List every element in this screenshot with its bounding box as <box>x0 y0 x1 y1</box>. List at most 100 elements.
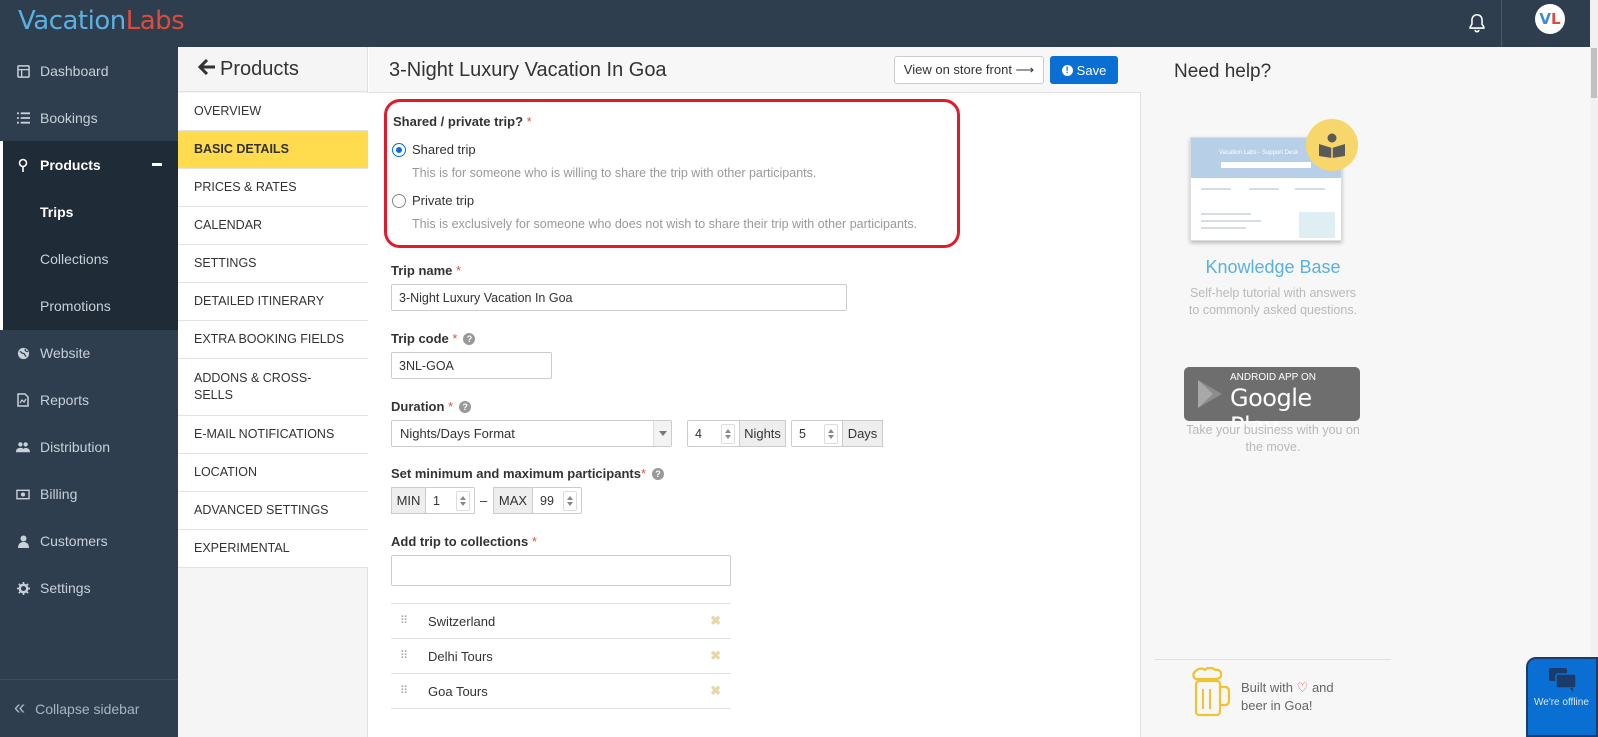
duration-label: Duration *? <box>391 399 472 414</box>
product-tab-prices-rates[interactable]: PRICES & RATES <box>178 169 368 207</box>
private-trip-desc: This is exclusively for someone who does… <box>412 217 918 231</box>
help-icon[interactable]: ? <box>463 333 476 345</box>
product-tab-extra-fields[interactable]: EXTRA BOOKING FIELDS <box>178 321 368 359</box>
double-chevron-left-icon: « <box>14 697 26 719</box>
report-icon <box>16 393 30 407</box>
built-with-text: Built with ♡ and beer in Goa! <box>1241 680 1334 713</box>
product-tab-experimental[interactable]: EXPERIMENTAL <box>178 530 368 568</box>
product-tab-settings[interactable]: SETTINGS <box>178 245 368 283</box>
collections-input[interactable] <box>391 555 731 586</box>
save-button[interactable]: ! Save <box>1050 56 1118 84</box>
trip-name-input[interactable]: 3-Night Luxury Vacation In Goa <box>391 284 847 311</box>
private-trip-radio[interactable] <box>392 194 406 208</box>
money-icon <box>16 489 30 500</box>
remove-icon[interactable]: ✖ <box>710 613 721 629</box>
sidebar-item-customers[interactable]: Customers <box>0 517 178 565</box>
stepper-arrows-icon[interactable] <box>824 423 838 444</box>
page-title: 3-Night Luxury Vacation In Goa <box>389 59 667 81</box>
gear-icon <box>16 581 30 595</box>
product-tab-email[interactable]: E-MAIL NOTIFICATIONS <box>178 416 368 454</box>
min-participants-stepper[interactable]: 1 <box>425 487 475 514</box>
list-item[interactable]: ⠿ Delhi Tours ✖ <box>391 639 731 674</box>
private-trip-label[interactable]: Private trip <box>412 193 474 208</box>
list-item[interactable]: ⠿ Goa Tours ✖ <box>391 674 731 709</box>
view-store-front-button[interactable]: View on store front ⟶ <box>894 56 1044 84</box>
sidebar-subitem-collections[interactable]: Collections <box>0 235 178 283</box>
users-icon <box>16 441 30 453</box>
collapse-sidebar-button[interactable]: « Collapse sidebar <box>0 679 178 737</box>
remove-icon[interactable]: ✖ <box>710 648 721 664</box>
topbar-divider <box>1501 0 1502 47</box>
trip-type-label: Shared / private trip? * <box>393 114 532 129</box>
play-store-icon <box>1198 380 1222 408</box>
shared-trip-desc: This is for someone who is willing to sh… <box>412 166 817 180</box>
basic-details-form: Shared / private trip? * Shared trip Thi… <box>369 93 1141 737</box>
sidebar-item-products[interactable]: Products <box>0 141 178 189</box>
min-addon: MIN <box>391 487 426 514</box>
divider <box>1155 659 1391 660</box>
drag-handle-icon[interactable]: ⠿ <box>400 686 410 697</box>
product-tab-location[interactable]: LOCATION <box>178 454 368 492</box>
pin-icon <box>16 158 30 172</box>
days-stepper[interactable]: 5 <box>791 420 843 447</box>
page-header: 3-Night Luxury Vacation In Goa View on s… <box>369 47 1141 93</box>
sidebar-subitem-promotions[interactable]: Promotions <box>0 282 178 330</box>
product-nav: Products OVERVIEW BASIC DETAILS PRICES &… <box>178 47 368 737</box>
page-scrollbar[interactable] <box>1590 0 1598 737</box>
sidebar-subitem-trips[interactable]: Trips <box>0 188 178 236</box>
product-tab-addons[interactable]: ADDONS & CROSS-SELLS <box>178 359 368 416</box>
sidebar-item-dashboard[interactable]: Dashboard <box>0 47 178 95</box>
collapse-minus-icon[interactable] <box>152 163 162 166</box>
product-tab-calendar[interactable]: CALENDAR <box>178 207 368 245</box>
sidebar-item-website[interactable]: Website <box>0 329 178 377</box>
heart-icon: ♡ <box>1296 680 1309 695</box>
list-item[interactable]: ⠿ Switzerland ✖ <box>391 604 731 639</box>
globe-icon <box>16 347 30 360</box>
stepper-arrows-icon[interactable] <box>721 423 735 444</box>
sidebar-item-settings[interactable]: Settings <box>0 564 178 612</box>
chevron-down-icon <box>653 421 671 446</box>
google-play-desc: Take your business with you on the move. <box>1186 423 1360 454</box>
shared-trip-label[interactable]: Shared trip <box>412 142 476 157</box>
nights-addon: Nights <box>739 420 786 447</box>
drag-handle-icon[interactable]: ⠿ <box>400 616 410 627</box>
collections-label: Add trip to collections * <box>391 534 537 549</box>
max-addon: MAX <box>493 487 533 514</box>
book-reader-icon <box>1306 119 1358 171</box>
duration-format-select[interactable]: Nights/Days Format <box>391 420 672 447</box>
max-participants-stepper[interactable]: 99 <box>532 487 582 514</box>
dashboard-icon <box>16 64 30 78</box>
help-icon[interactable]: ? <box>459 401 472 413</box>
remove-icon[interactable]: ✖ <box>710 683 721 699</box>
sidebar-item-distribution[interactable]: Distribution <box>0 423 178 471</box>
logo[interactable]: VacationLabs <box>18 6 185 36</box>
product-tab-overview[interactable]: OVERVIEW <box>178 93 368 131</box>
drag-handle-icon[interactable]: ⠿ <box>400 651 410 662</box>
trip-code-label: Trip code *? <box>391 331 476 346</box>
bell-icon[interactable] <box>1466 12 1488 34</box>
trip-code-input[interactable]: 3NL-GOA <box>391 352 552 379</box>
list-icon <box>16 112 30 124</box>
product-tab-advanced[interactable]: ADVANCED SETTINGS <box>178 492 368 530</box>
nights-stepper[interactable]: 4 <box>687 420 740 447</box>
avatar[interactable]: VL <box>1535 4 1565 34</box>
sidebar-item-billing[interactable]: Billing <box>0 470 178 518</box>
knowledge-base-desc: Self-help tutorial with answers to commo… <box>1188 286 1358 317</box>
product-tab-basic-details[interactable]: BASIC DETAILS <box>178 131 368 169</box>
help-icon[interactable]: ? <box>652 468 665 480</box>
help-panel: Need help? Vacation Labs - Support Desk … <box>1141 47 1590 737</box>
google-play-button[interactable]: ANDROID APP ON Google Play <box>1184 367 1360 440</box>
range-separator: – <box>480 493 488 508</box>
product-tab-itinerary[interactable]: DETAILED ITINERARY <box>178 283 368 321</box>
stepper-arrows-icon[interactable] <box>456 490 470 511</box>
beer-mug-icon <box>1190 666 1232 717</box>
shared-trip-radio[interactable] <box>392 143 406 157</box>
chat-bubble-icon <box>1549 668 1577 692</box>
knowledge-base-link[interactable]: Knowledge Base <box>1141 257 1405 278</box>
exclamation-icon: ! <box>1061 64 1073 76</box>
product-nav-back[interactable]: Products <box>178 47 368 92</box>
sidebar-item-reports[interactable]: Reports <box>0 376 178 424</box>
sidebar-item-bookings[interactable]: Bookings <box>0 94 178 142</box>
chat-widget[interactable]: We're offline <box>1526 657 1598 737</box>
stepper-arrows-icon[interactable] <box>563 490 577 511</box>
